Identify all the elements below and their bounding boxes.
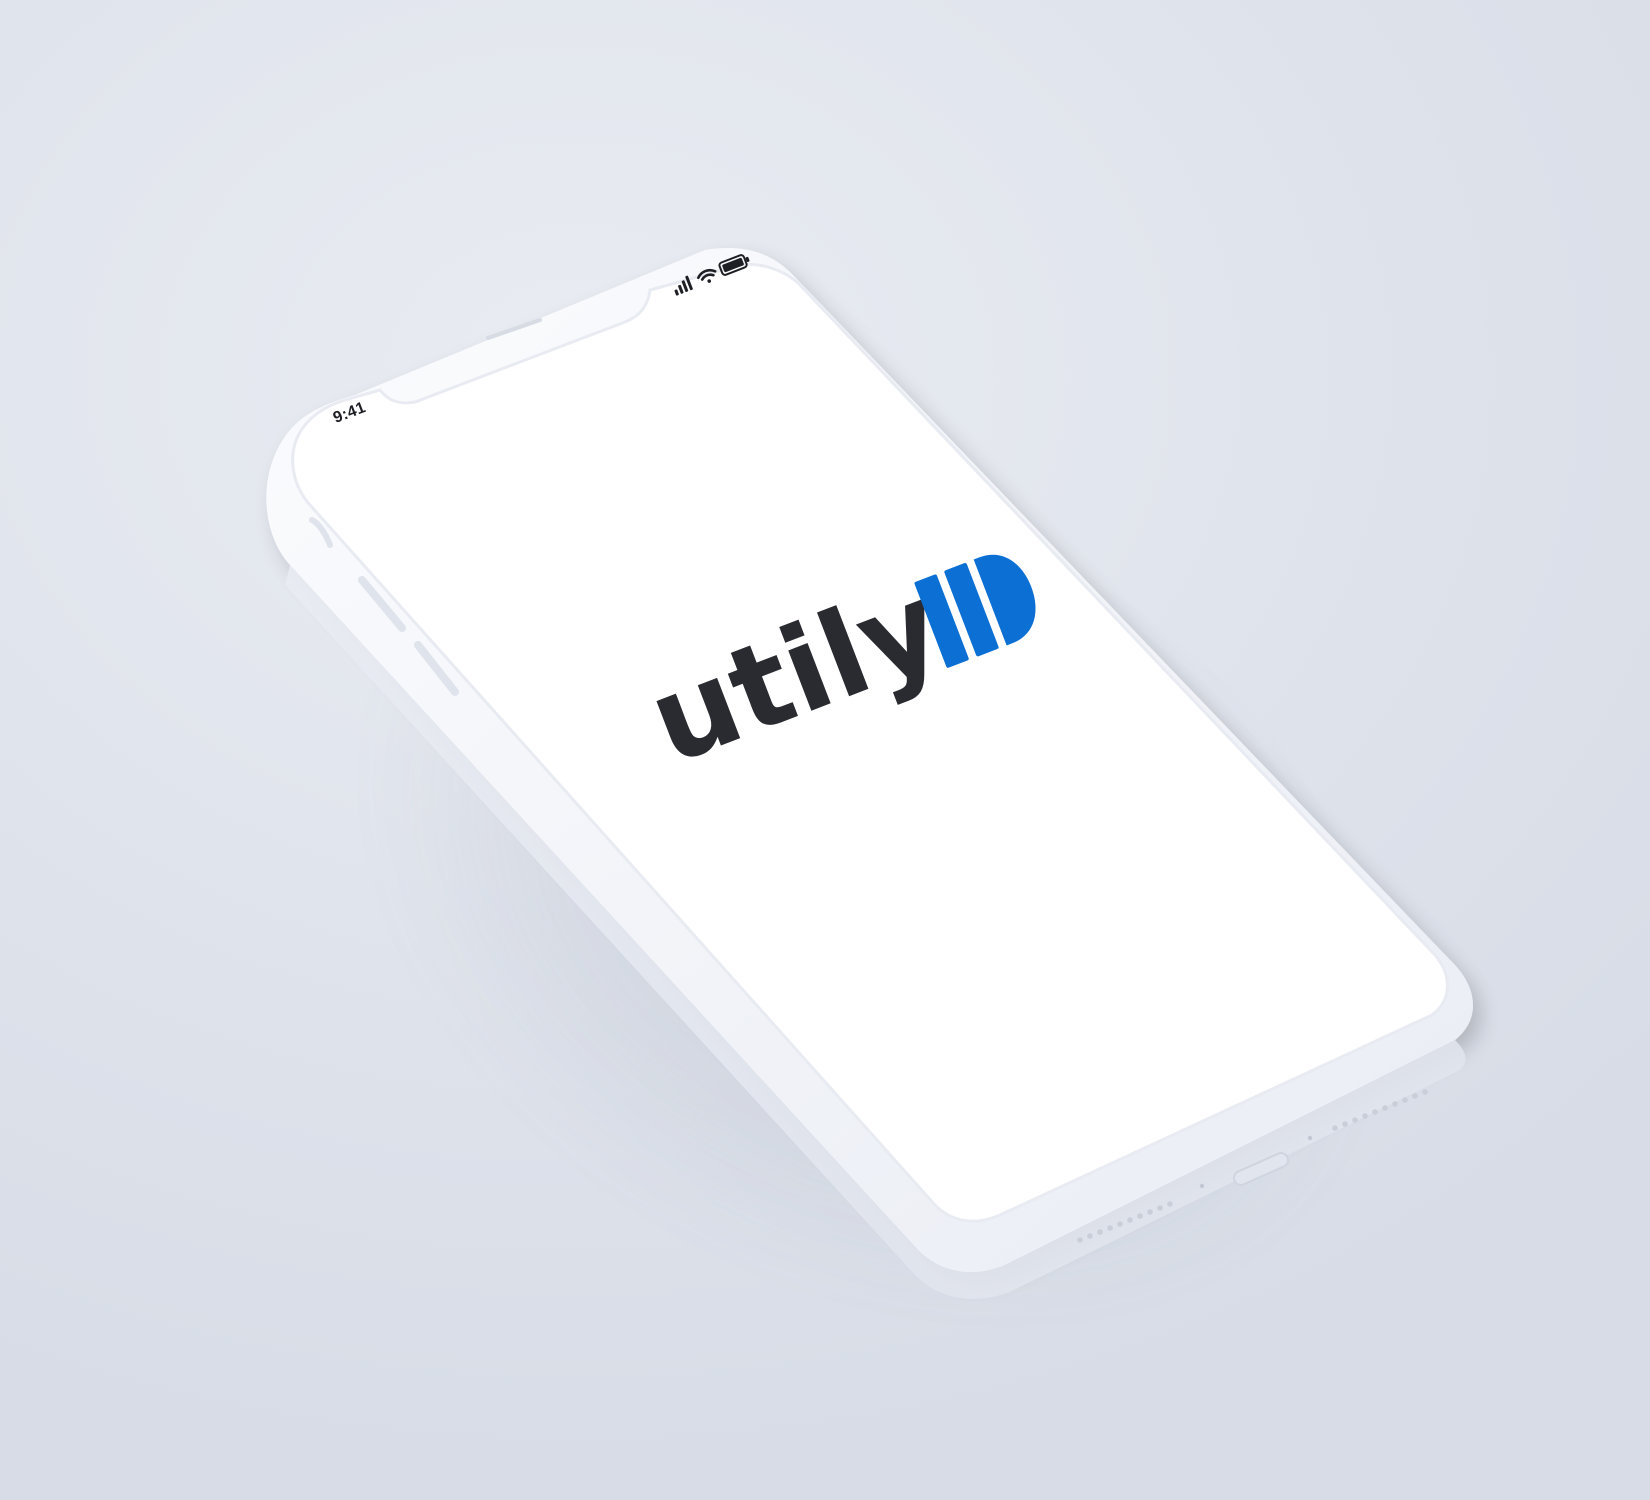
cellular-signal-icon bbox=[674, 275, 693, 296]
phone-body-svg bbox=[266, 247, 1474, 1299]
battery-icon bbox=[718, 254, 750, 276]
bottom-mic-left bbox=[1199, 1183, 1205, 1189]
bottom-mic-right bbox=[1307, 1135, 1313, 1141]
phone-mockup: 9:41 utily bbox=[0, 0, 1650, 1500]
scene: 9:41 utily bbox=[0, 0, 1650, 1500]
wifi-icon bbox=[697, 268, 717, 283]
